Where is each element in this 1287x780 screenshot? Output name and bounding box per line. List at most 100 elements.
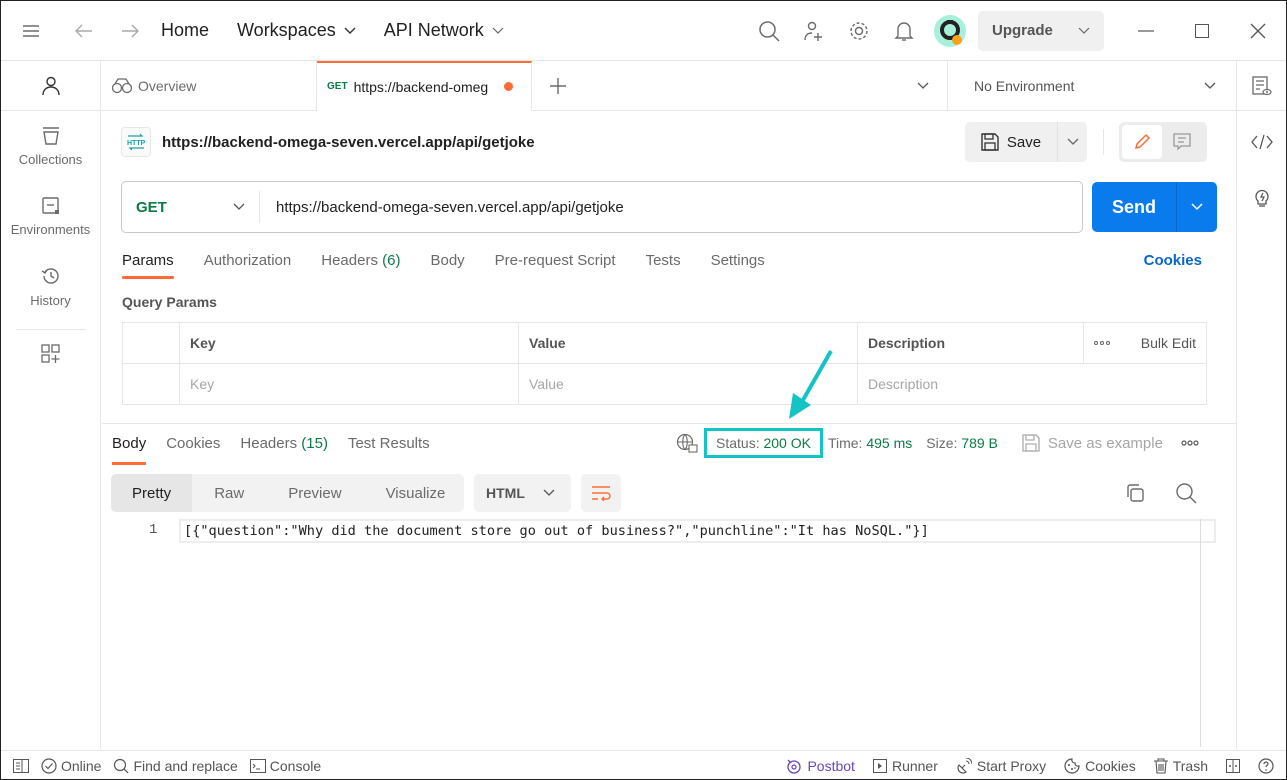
- hamburger-icon: [22, 24, 40, 37]
- tab-response-cookies[interactable]: Cookies: [166, 433, 220, 465]
- help-button[interactable]: [1258, 758, 1274, 774]
- menu-button[interactable]: [1, 1, 61, 60]
- status-value[interactable]: 200 OK: [763, 435, 810, 451]
- size-value[interactable]: 789 B: [961, 435, 998, 451]
- globe-lock-icon[interactable]: [676, 433, 698, 453]
- account-button[interactable]: [1, 61, 100, 111]
- svg-text:HTTP: HTTP: [127, 140, 146, 147]
- two-pane-button[interactable]: [1226, 759, 1240, 773]
- nav-workspaces[interactable]: Workspaces: [237, 20, 356, 41]
- code-line[interactable]: [{"question":"Why did the document store…: [179, 519, 1216, 543]
- view-visualize[interactable]: Visualize: [364, 474, 468, 512]
- tab-pre-request-script[interactable]: Pre-request Script: [495, 249, 616, 279]
- tab-request[interactable]: GET https://backend-omeg: [317, 61, 532, 111]
- toggle-sidebar-button[interactable]: [13, 758, 29, 773]
- more-icon[interactable]: [1181, 440, 1199, 446]
- minimize-button[interactable]: [1118, 1, 1174, 61]
- request-name[interactable]: https://backend-omega-seven.vercel.app/a…: [162, 134, 535, 151]
- start-proxy-button[interactable]: Start Proxy: [956, 758, 1046, 774]
- close-button[interactable]: [1230, 1, 1286, 61]
- tab-response-body[interactable]: Body: [112, 433, 147, 465]
- send-group: Send: [1092, 182, 1217, 232]
- postbot-button[interactable]: Postbot: [786, 758, 855, 774]
- sidebar-item-history[interactable]: History: [1, 251, 100, 321]
- send-dropdown[interactable]: [1176, 182, 1217, 232]
- console-button[interactable]: Console: [249, 758, 321, 774]
- tab-response-headers[interactable]: Headers (15): [240, 433, 328, 465]
- tab-authorization[interactable]: Authorization: [204, 249, 292, 279]
- format-select[interactable]: HTML: [474, 474, 571, 512]
- save-button[interactable]: Save: [965, 122, 1057, 162]
- response-divider[interactable]: [102, 423, 1236, 424]
- send-button[interactable]: Send: [1092, 182, 1176, 232]
- environments-icon: [41, 196, 61, 216]
- nav-api-network[interactable]: API Network: [384, 20, 504, 41]
- sidebar-item-collections[interactable]: Collections: [1, 111, 100, 181]
- view-preview[interactable]: Preview: [266, 474, 363, 512]
- cookies-button[interactable]: Cookies: [1064, 758, 1136, 774]
- response-tabs: Body Cookies Headers (15) Test Results: [112, 433, 450, 465]
- tab-tests[interactable]: Tests: [646, 249, 681, 279]
- method-select[interactable]: GET: [122, 191, 260, 223]
- tab-headers[interactable]: Headers (6): [321, 249, 400, 279]
- time-value[interactable]: 495 ms: [866, 435, 912, 451]
- chevron-down-icon: [344, 27, 356, 35]
- params-table: Key Value Description Bulk Edit Key Valu…: [122, 322, 1207, 405]
- editor-scrollbar[interactable]: [1200, 519, 1201, 747]
- tab-test-results[interactable]: Test Results: [348, 433, 430, 465]
- sidebar-item-environments[interactable]: Environments: [1, 181, 100, 251]
- status-bar-right: Postbot Runner Start Proxy Cookies Trash: [786, 751, 1286, 780]
- tab-body[interactable]: Body: [430, 249, 464, 279]
- add-workbench-button[interactable]: [1, 344, 100, 364]
- settings-button[interactable]: [836, 20, 881, 42]
- sidebar-toggle-icon: [13, 758, 29, 773]
- code-button[interactable]: [1237, 117, 1286, 167]
- apps-add-icon: [40, 344, 61, 364]
- url-input[interactable]: [260, 198, 1082, 216]
- environment-selector[interactable]: No Environment: [948, 61, 1236, 110]
- find-replace-button[interactable]: Find and replace: [113, 758, 238, 774]
- description-input[interactable]: Description: [857, 363, 1207, 405]
- tab-params[interactable]: Params: [122, 249, 174, 279]
- online-status[interactable]: Online: [41, 758, 101, 774]
- code-icon: [1250, 134, 1273, 150]
- bulk-edit-button[interactable]: Bulk Edit: [1141, 335, 1196, 351]
- more-icon[interactable]: [1094, 341, 1110, 345]
- back-button[interactable]: [61, 1, 107, 60]
- save-as-example-button[interactable]: Save as example: [1022, 434, 1163, 452]
- divider: [1103, 129, 1104, 155]
- new-tab-button[interactable]: [532, 61, 584, 110]
- response-body-editor[interactable]: 1 [{"question":"Why did the document sto…: [111, 517, 1217, 749]
- search-button[interactable]: [746, 20, 791, 42]
- wrap-lines-icon: [591, 485, 611, 501]
- tab-settings[interactable]: Settings: [711, 249, 765, 279]
- upgrade-button[interactable]: Upgrade: [978, 10, 1104, 51]
- view-pretty[interactable]: Pretty: [111, 474, 193, 512]
- maximize-button[interactable]: [1174, 1, 1230, 61]
- nav-home[interactable]: Home: [161, 20, 209, 41]
- value-input[interactable]: Value: [518, 363, 858, 405]
- quicklook-eye-icon: [1251, 75, 1272, 96]
- trash-button[interactable]: Trash: [1153, 758, 1208, 774]
- invite-button[interactable]: [791, 20, 836, 42]
- info-button[interactable]: [1237, 173, 1286, 223]
- view-raw[interactable]: Raw: [192, 474, 266, 512]
- cookies-link[interactable]: Cookies: [1144, 249, 1202, 273]
- right-rail: [1236, 61, 1286, 749]
- environment-quicklook-button[interactable]: [1237, 61, 1286, 111]
- runner-button[interactable]: Runner: [872, 758, 938, 774]
- postman-window: Home Workspaces API Network Upgrade Coll…: [0, 0, 1287, 780]
- forward-button[interactable]: [107, 1, 153, 60]
- key-input[interactable]: Key: [179, 363, 519, 405]
- status-label: Status:: [716, 435, 760, 451]
- avatar[interactable]: [934, 14, 966, 47]
- tab-overview[interactable]: Overview: [102, 61, 317, 111]
- word-wrap-button[interactable]: [581, 474, 621, 512]
- search-icon[interactable]: [1175, 482, 1197, 504]
- comments-mode-button[interactable]: [1162, 125, 1202, 159]
- edit-mode-button[interactable]: [1122, 125, 1162, 159]
- chevron-down-icon[interactable]: [917, 82, 929, 90]
- copy-icon[interactable]: [1125, 483, 1145, 503]
- save-dropdown[interactable]: [1057, 122, 1087, 162]
- notifications-button[interactable]: [881, 20, 926, 42]
